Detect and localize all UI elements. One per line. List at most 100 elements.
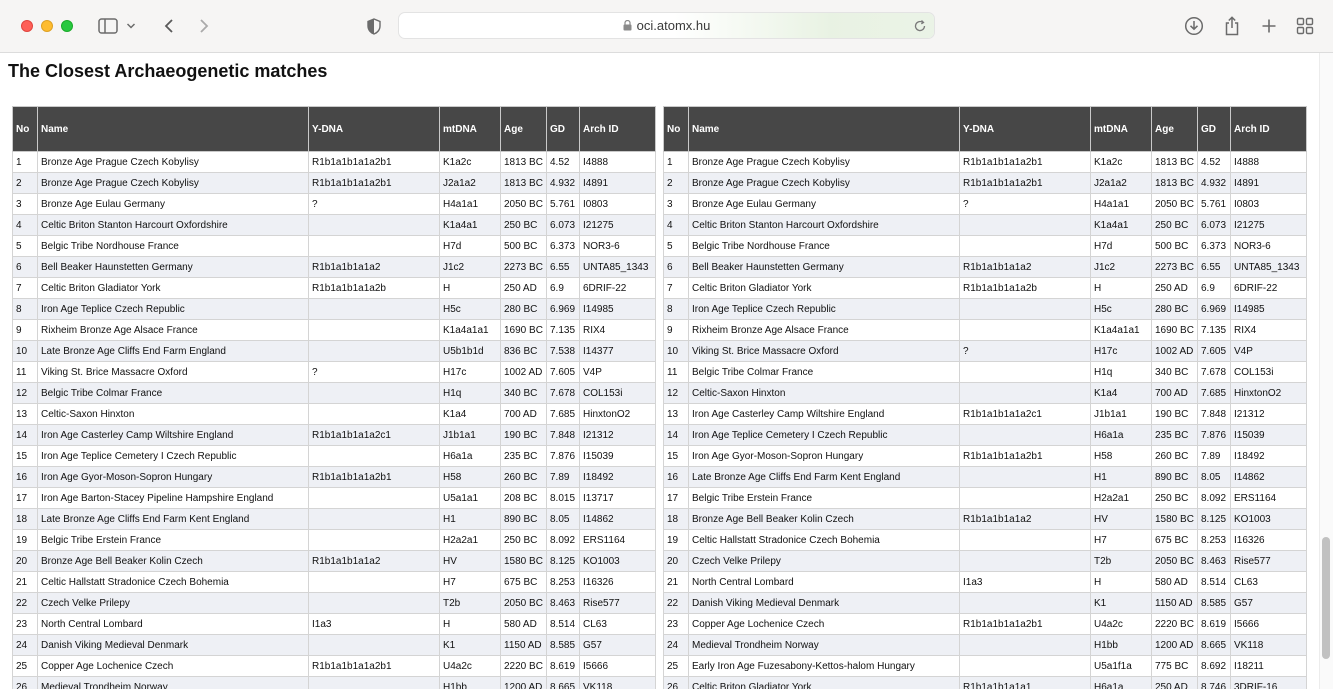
cell-no: 22 bbox=[12, 592, 38, 614]
cell-arch-id: CL63 bbox=[1230, 571, 1307, 593]
table-row: 14 Iron Age Teplice Cemetery I Czech Repu… bbox=[663, 424, 1307, 446]
table-row: 20 Czech Velke Prilepy T2b 2050 BC 8.463 Rise… bbox=[663, 550, 1307, 572]
cell-name: Medieval Trondheim Norway bbox=[688, 634, 960, 656]
cell-age: 1002 AD bbox=[1151, 340, 1198, 362]
cell-no: 19 bbox=[663, 529, 689, 551]
share-icon[interactable] bbox=[1220, 15, 1244, 37]
cell-arch-id: I4888 bbox=[579, 151, 656, 173]
cell-mtdna: H7 bbox=[439, 571, 501, 593]
reload-icon[interactable] bbox=[912, 18, 928, 34]
cell-no: 2 bbox=[663, 172, 689, 194]
cell-age: 2273 BC bbox=[1151, 256, 1198, 278]
page-title: The Closest Archaeogenetic matches bbox=[8, 61, 328, 81]
table-row: 13 Iron Age Casterley Camp Wiltshire Engl… bbox=[663, 403, 1307, 425]
cell-arch-id: I0803 bbox=[579, 193, 656, 215]
cell-arch-id: 6DRIF-22 bbox=[1230, 277, 1307, 299]
cell-ydna: ? bbox=[959, 340, 1091, 362]
cell-ydna bbox=[308, 487, 440, 509]
cell-gd: 7.89 bbox=[1197, 445, 1231, 467]
cell-ydna: I1a3 bbox=[308, 613, 440, 635]
table-row: 15 Iron Age Teplice Cemetery I Czech Repu… bbox=[12, 445, 656, 467]
cell-no: 14 bbox=[12, 424, 38, 446]
cell-age: 2050 BC bbox=[500, 592, 547, 614]
close-window-button[interactable] bbox=[21, 20, 33, 32]
cell-no: 21 bbox=[663, 571, 689, 593]
cell-no: 5 bbox=[12, 235, 38, 257]
cell-gd: 4.52 bbox=[1197, 151, 1231, 173]
cell-ydna bbox=[959, 550, 1091, 572]
chevron-down-icon[interactable] bbox=[124, 15, 138, 37]
cell-age: 260 BC bbox=[1151, 445, 1198, 467]
table-row: 9 Rixheim Bronze Age Alsace France K1a4a1a… bbox=[12, 319, 656, 341]
cell-mtdna: H4a1a1 bbox=[1090, 193, 1152, 215]
tab-overview-icon[interactable] bbox=[1293, 15, 1317, 37]
cell-no: 16 bbox=[663, 466, 689, 488]
cell-arch-id: I16326 bbox=[579, 571, 656, 593]
cell-age: 2220 BC bbox=[500, 655, 547, 677]
table-row: 21 North Central Lombard I1a3 H 580 AD 8.514 C… bbox=[663, 571, 1307, 593]
cell-gd: 4.52 bbox=[546, 151, 580, 173]
col-age: Age bbox=[1151, 106, 1198, 152]
cell-no: 26 bbox=[663, 676, 689, 689]
cell-name: Iron Age Gyor-Moson-Sopron Hungary bbox=[37, 466, 309, 488]
cell-no: 23 bbox=[663, 613, 689, 635]
table-row: 2 Bronze Age Prague Czech Kobylisy R1b1a1b… bbox=[12, 172, 656, 194]
cell-gd: 8.585 bbox=[1197, 592, 1231, 614]
cell-arch-id: NOR3-6 bbox=[579, 235, 656, 257]
zoom-window-button[interactable] bbox=[61, 20, 73, 32]
minimize-window-button[interactable] bbox=[41, 20, 53, 32]
cell-mtdna: H17c bbox=[1090, 340, 1152, 362]
cell-age: 250 AD bbox=[1151, 277, 1198, 299]
scrollbar-thumb[interactable] bbox=[1322, 537, 1330, 659]
cell-age: 2050 BC bbox=[1151, 550, 1198, 572]
cell-ydna bbox=[959, 487, 1091, 509]
cell-no: 21 bbox=[12, 571, 38, 593]
cell-gd: 8.253 bbox=[1197, 529, 1231, 551]
cell-name: Viking St. Brice Massacre Oxford bbox=[688, 340, 960, 362]
cell-name: Bronze Age Prague Czech Kobylisy bbox=[688, 172, 960, 194]
cell-ydna: R1b1a1b1a1a2b1 bbox=[308, 655, 440, 677]
table-row: 3 Bronze Age Eulau Germany? H4a1a1 2050 BC 5… bbox=[12, 193, 656, 215]
cell-mtdna: U5a1a1 bbox=[439, 487, 501, 509]
cell-name: Celtic-Saxon Hinxton bbox=[37, 403, 309, 425]
downloads-icon[interactable] bbox=[1182, 15, 1206, 37]
cell-gd: 8.092 bbox=[1197, 487, 1231, 509]
cell-arch-id: I16326 bbox=[1230, 529, 1307, 551]
table-row: 26 Celtic Briton Gladiator York R1b1a1b1a1… bbox=[663, 676, 1307, 689]
back-button[interactable] bbox=[157, 15, 181, 37]
cell-mtdna: H7d bbox=[1090, 235, 1152, 257]
page-content: The Closest Archaeogenetic matches No Na… bbox=[0, 53, 1333, 689]
sidebar-toggle-icon[interactable] bbox=[96, 15, 120, 37]
table-row: 12 Belgic Tribe Colmar France H1q 340 BC 7.6… bbox=[12, 382, 656, 404]
cell-name: Iron Age Barton-Stacey Pipeline Hampshir… bbox=[37, 487, 309, 509]
cell-mtdna: H2a2a1 bbox=[1090, 487, 1152, 509]
cell-mtdna: H1 bbox=[439, 508, 501, 530]
cell-gd: 8.514 bbox=[1197, 571, 1231, 593]
cell-no: 8 bbox=[663, 298, 689, 320]
cell-gd: 6.373 bbox=[546, 235, 580, 257]
forward-button[interactable] bbox=[192, 15, 216, 37]
table-row: 10 Late Bronze Age Cliffs End Farm Englan… bbox=[12, 340, 656, 362]
table-row: 8 Iron Age Teplice Czech Republic H5c 280 B… bbox=[12, 298, 656, 320]
cell-arch-id: I21275 bbox=[579, 214, 656, 236]
cell-gd: 4.932 bbox=[546, 172, 580, 194]
cell-arch-id: I14862 bbox=[1230, 466, 1307, 488]
cell-ydna bbox=[959, 424, 1091, 446]
cell-name: Late Bronze Age Cliffs End Farm Kent Eng… bbox=[688, 466, 960, 488]
new-tab-icon[interactable] bbox=[1257, 15, 1281, 37]
table-header-row: No Name Y-DNA mtDNA Age GD Arch ID bbox=[663, 106, 1307, 152]
cell-name: Iron Age Gyor-Moson-Sopron Hungary bbox=[688, 445, 960, 467]
cell-gd: 8.015 bbox=[546, 487, 580, 509]
cell-gd: 6.073 bbox=[1197, 214, 1231, 236]
privacy-shield-icon[interactable] bbox=[362, 15, 386, 37]
table-row: 22 Czech Velke Prilepy T2b 2050 BC 8.463 Rise… bbox=[12, 592, 656, 614]
cell-gd: 7.685 bbox=[1197, 382, 1231, 404]
cell-no: 19 bbox=[12, 529, 38, 551]
cell-mtdna: U4a2c bbox=[1090, 613, 1152, 635]
cell-age: 890 BC bbox=[1151, 466, 1198, 488]
cell-name: Celtic Briton Gladiator York bbox=[688, 676, 960, 689]
vertical-scrollbar[interactable] bbox=[1319, 53, 1333, 689]
cell-age: 190 BC bbox=[500, 424, 547, 446]
cell-mtdna: U5b1b1d bbox=[439, 340, 501, 362]
address-bar[interactable]: oci.atomx.hu bbox=[398, 12, 935, 39]
